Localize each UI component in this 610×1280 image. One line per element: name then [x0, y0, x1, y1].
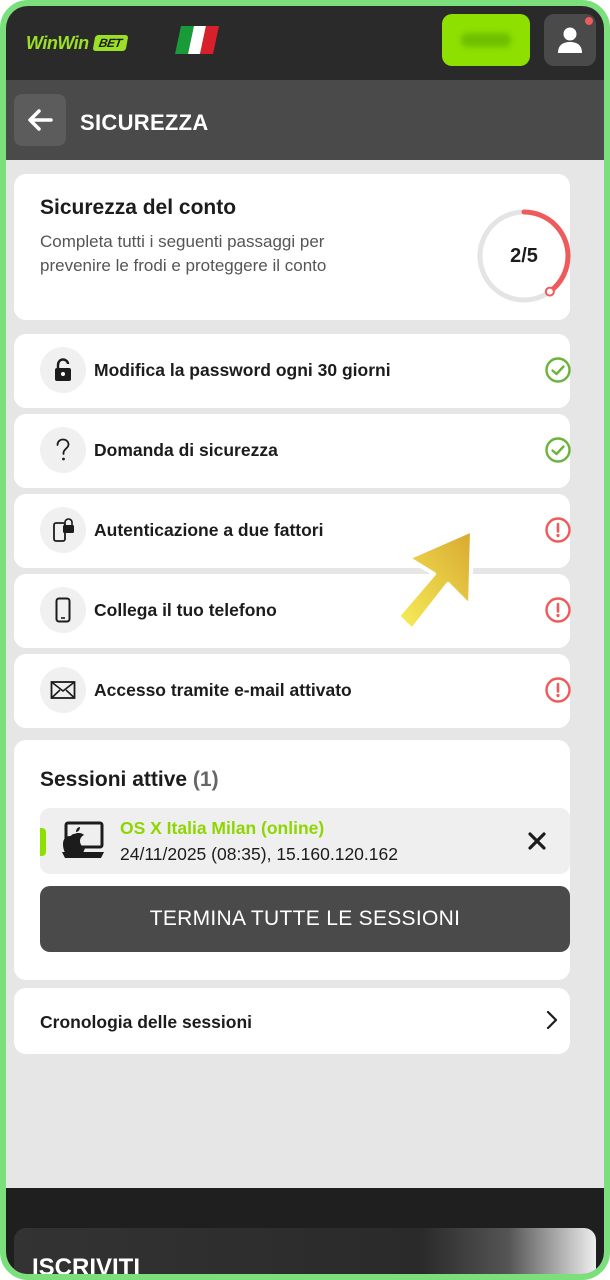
progress-label: 2/5	[510, 244, 538, 267]
notification-dot	[585, 17, 593, 25]
step-change-password[interactable]: Modifica la password ogni 30 giorni	[14, 334, 571, 408]
footer: ISCRIVITI	[6, 1188, 604, 1274]
account-security-summary: Sicurezza del conto Completa tutti i seg…	[14, 174, 571, 320]
check-circle-icon	[545, 357, 571, 383]
sessions-title-text: Sessioni attive	[40, 768, 188, 791]
page-title: SICUREZZA	[80, 110, 209, 135]
pointer-arrow-icon	[396, 528, 474, 632]
step-label: Accesso tramite e-mail attivato	[94, 680, 352, 700]
close-session-button[interactable]	[522, 826, 552, 856]
phone-lock-icon	[40, 507, 86, 553]
terminate-all-sessions-button[interactable]: TERMINA TUTTE LE SESSIONI	[40, 886, 570, 952]
arrow-left-icon	[28, 109, 53, 131]
alert-circle-icon	[545, 517, 571, 543]
sessions-count: (1)	[192, 768, 219, 791]
session-active-indicator	[40, 828, 46, 856]
summary-description: Completa tutti i seguenti passaggi per p…	[40, 232, 327, 275]
app-frame: WinWin BET SICUREZZA Sicurezza del conto	[0, 0, 610, 1280]
step-email-login[interactable]: Accesso tramite e-mail attivato	[14, 654, 571, 728]
section-header: SICUREZZA	[6, 80, 604, 160]
step-label: Domanda di sicurezza	[94, 440, 278, 460]
alert-circle-icon	[545, 677, 571, 703]
session-item: OS X Italia Milan (online) 24/11/2025 (0…	[40, 808, 570, 874]
step-label: Collega il tuo telefono	[94, 600, 277, 620]
user-profile-button[interactable]	[544, 14, 596, 66]
session-name: OS X Italia Milan (online)	[120, 818, 325, 838]
top-header: WinWin BET	[6, 6, 604, 80]
user-icon	[558, 27, 582, 53]
session-meta: 24/11/2025 (08:35), 15.160.120.162	[120, 844, 398, 864]
account-balance-button[interactable]	[442, 14, 530, 66]
logo-text: WinWin	[26, 32, 89, 53]
sessions-title: Sessioni attive (1)	[40, 768, 219, 792]
phone-icon	[40, 587, 86, 633]
check-circle-icon	[545, 437, 571, 463]
step-label: Autenticazione a due fattori	[94, 520, 324, 540]
blurred-balance	[461, 33, 511, 47]
step-security-question[interactable]: Domanda di sicurezza	[14, 414, 571, 488]
signup-label[interactable]: ISCRIVITI	[32, 1254, 140, 1274]
question-icon	[40, 427, 86, 473]
logo-badge: BET	[92, 35, 128, 51]
alert-circle-icon	[545, 597, 571, 623]
mac-device-icon	[62, 821, 104, 858]
session-history-link[interactable]: Cronologia delle sessioni	[14, 988, 570, 1054]
summary-title: Sicurezza del conto	[40, 196, 237, 219]
envelope-icon	[40, 667, 86, 713]
brand-logo[interactable]: WinWin BET	[26, 30, 128, 56]
active-sessions-card: Sessioni attive (1) OS X Italia Milan (o…	[14, 740, 570, 980]
italy-flag-icon[interactable]	[175, 26, 219, 54]
session-history-label: Cronologia delle sessioni	[40, 1012, 252, 1032]
close-icon	[528, 832, 546, 850]
back-button[interactable]	[14, 94, 66, 146]
chevron-right-icon	[546, 1010, 558, 1030]
step-label: Modifica la password ogni 30 giorni	[94, 360, 391, 380]
lock-icon	[40, 347, 86, 393]
